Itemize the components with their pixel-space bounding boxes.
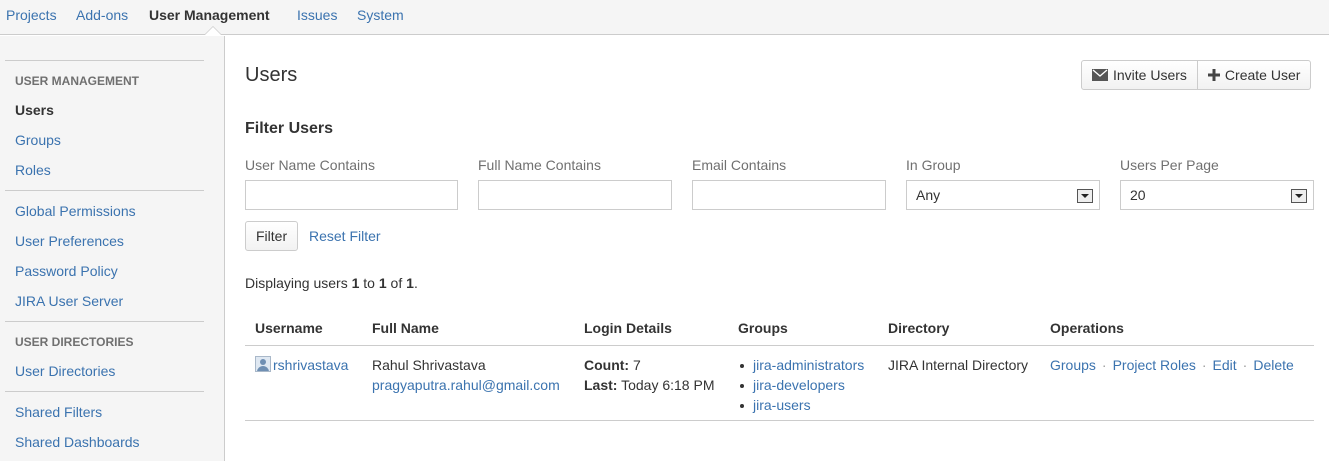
sidebar-item-user-preferences[interactable]: User Preferences bbox=[15, 233, 124, 249]
envelope-icon bbox=[1092, 69, 1108, 81]
filter-button[interactable]: Filter bbox=[245, 221, 299, 251]
filter-users-heading: Filter Users bbox=[245, 120, 334, 137]
cell-full-name: Rahul Shrivastava pragyaputra.rahul@gmai… bbox=[372, 355, 560, 395]
last-login-label: Last: bbox=[584, 377, 618, 393]
cell-operations: Groups · Project Roles · Edit · Delete bbox=[1050, 355, 1294, 375]
per-page-select[interactable]: 20 bbox=[1120, 180, 1314, 210]
login-count-label: Count: bbox=[584, 357, 630, 373]
fullname-filter-label: Full Name Contains bbox=[478, 157, 601, 173]
results-of-word: of bbox=[386, 275, 407, 291]
email-link[interactable]: pragyaputra.rahul@gmail.com bbox=[372, 377, 560, 393]
cell-username: rshrivastava bbox=[255, 355, 348, 375]
plus-icon bbox=[1207, 69, 1220, 81]
sidebar-divider bbox=[5, 190, 204, 191]
nav-user-management[interactable]: User Management bbox=[149, 7, 270, 23]
sidebar-item-jira-user-server[interactable]: JIRA User Server bbox=[15, 293, 123, 309]
table-row: rshrivastava Rahul Shrivastava pragyaput… bbox=[245, 346, 1314, 421]
nav-system[interactable]: System bbox=[357, 7, 404, 23]
page-title: Users bbox=[245, 64, 298, 86]
cell-login-details: Count: 7 Last: Today 6:18 PM bbox=[584, 355, 714, 395]
sidebar-item-shared-dashboards[interactable]: Shared Dashboards bbox=[15, 434, 140, 450]
main-content: Users Invite Users Create User Filter Us… bbox=[226, 36, 1329, 461]
sidebar-divider bbox=[5, 321, 204, 322]
sidebar-item-global-permissions[interactable]: Global Permissions bbox=[15, 203, 136, 219]
column-header-username: Username bbox=[255, 320, 323, 336]
invite-users-label: Invite Users bbox=[1113, 67, 1187, 83]
sidebar-heading-user-directories: USER DIRECTORIES bbox=[15, 335, 134, 349]
sidebar-item-user-directories[interactable]: User Directories bbox=[15, 363, 115, 379]
sidebar-divider bbox=[5, 60, 204, 61]
column-header-full-name: Full Name bbox=[372, 320, 439, 336]
operation-groups-link[interactable]: Groups bbox=[1050, 357, 1096, 373]
user-avatar-icon bbox=[255, 356, 271, 372]
results-suffix: . bbox=[413, 275, 418, 291]
operation-delete-link[interactable]: Delete bbox=[1253, 357, 1293, 373]
cell-directory: JIRA Internal Directory bbox=[888, 357, 1029, 373]
nav-add-ons[interactable]: Add-ons bbox=[76, 7, 128, 23]
sidebar-item-roles[interactable]: Roles bbox=[15, 162, 51, 178]
dropdown-arrow-icon bbox=[1291, 189, 1307, 203]
sidebar-item-shared-filters[interactable]: Shared Filters bbox=[15, 404, 102, 420]
group-link-jira-administrators[interactable]: jira-administrators bbox=[753, 357, 864, 373]
username-filter-label: User Name Contains bbox=[245, 157, 375, 173]
last-login-value: Today 6:18 PM bbox=[617, 377, 715, 393]
list-item: jira-users bbox=[738, 395, 864, 415]
group-filter-label: In Group bbox=[906, 157, 961, 173]
top-navigation: Projects Add-ons User Management Issues … bbox=[0, 0, 1329, 35]
results-to-word: to bbox=[359, 275, 379, 291]
cell-groups: jira-administrators jira-developers jira… bbox=[738, 355, 864, 415]
operations-separator: · bbox=[1101, 357, 1107, 373]
results-total: 1 bbox=[406, 275, 414, 291]
group-filter-value: Any bbox=[916, 187, 941, 203]
reset-filter-link[interactable]: Reset Filter bbox=[309, 228, 381, 244]
sidebar-item-password-policy[interactable]: Password Policy bbox=[15, 263, 118, 279]
header-actions: Invite Users Create User bbox=[1081, 60, 1312, 90]
users-table-header: Username Full Name Login Details Groups … bbox=[245, 320, 1314, 346]
login-count-value: 7 bbox=[629, 357, 641, 373]
email-filter-input[interactable] bbox=[692, 180, 886, 210]
per-page-label: Users Per Page bbox=[1120, 157, 1219, 173]
nav-issues[interactable]: Issues bbox=[297, 7, 337, 23]
sidebar-item-users[interactable]: Users bbox=[15, 102, 54, 118]
sidebar-heading-user-management: USER MANAGEMENT bbox=[15, 74, 140, 88]
list-item: jira-developers bbox=[738, 375, 864, 395]
sidebar: USER MANAGEMENT Users Groups Roles Globa… bbox=[0, 36, 225, 461]
sidebar-item-groups[interactable]: Groups bbox=[15, 132, 61, 148]
column-header-login-details: Login Details bbox=[584, 320, 672, 336]
per-page-value: 20 bbox=[1130, 187, 1146, 203]
results-count: Displaying users 1 to 1 of 1. bbox=[245, 275, 418, 291]
operations-separator: · bbox=[1201, 357, 1207, 373]
operation-edit-link[interactable]: Edit bbox=[1213, 357, 1237, 373]
fullname-filter-input[interactable] bbox=[478, 180, 672, 210]
sidebar-divider bbox=[5, 391, 204, 392]
active-nav-caret bbox=[205, 27, 221, 35]
operations-separator: · bbox=[1242, 357, 1248, 373]
column-header-operations: Operations bbox=[1050, 320, 1124, 336]
operation-project-roles-link[interactable]: Project Roles bbox=[1113, 357, 1196, 373]
dropdown-arrow-icon bbox=[1077, 189, 1093, 203]
list-item: jira-administrators bbox=[738, 355, 864, 375]
username-link[interactable]: rshrivastava bbox=[273, 357, 348, 373]
group-link-jira-users[interactable]: jira-users bbox=[753, 397, 811, 413]
invite-users-button[interactable]: Invite Users bbox=[1081, 60, 1198, 90]
column-header-groups: Groups bbox=[738, 320, 788, 336]
group-list: jira-administrators jira-developers jira… bbox=[738, 355, 864, 415]
create-user-label: Create User bbox=[1224, 67, 1301, 83]
nav-projects[interactable]: Projects bbox=[6, 7, 57, 23]
email-filter-label: Email Contains bbox=[692, 157, 787, 173]
create-user-button[interactable]: Create User bbox=[1197, 60, 1312, 90]
group-filter-select[interactable]: Any bbox=[906, 180, 1100, 210]
full-name: Rahul Shrivastava bbox=[372, 357, 486, 373]
results-to: 1 bbox=[378, 275, 387, 291]
group-link-jira-developers[interactable]: jira-developers bbox=[753, 377, 845, 393]
results-count-prefix: Displaying users bbox=[245, 275, 352, 291]
column-header-directory: Directory bbox=[888, 320, 950, 336]
username-filter-input[interactable] bbox=[245, 180, 458, 210]
